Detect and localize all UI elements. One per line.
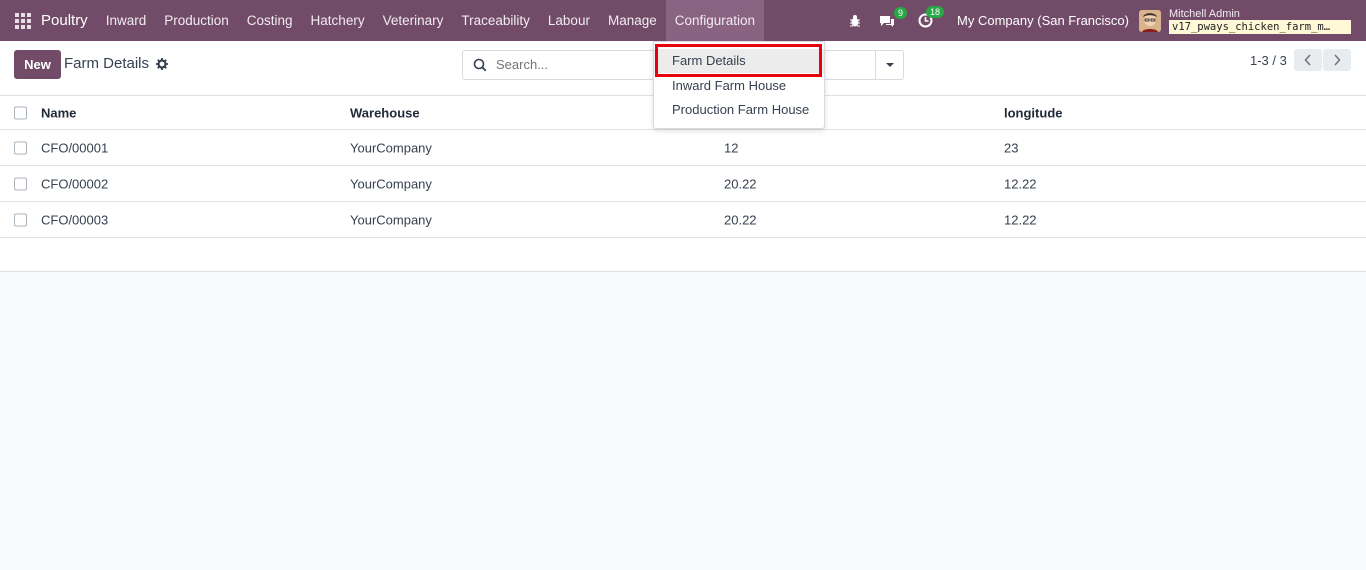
debug-bug-icon[interactable] [848,14,862,28]
cell-warehouse: YourCompany [350,176,432,191]
search-icon [473,58,487,75]
new-button[interactable]: New [14,50,61,79]
menu-veterinary[interactable]: Veterinary [374,0,453,41]
cell-longitude: 12.22 [1004,212,1037,227]
menu-configuration[interactable]: Configuration [665,0,765,41]
column-header-name[interactable]: Name [41,105,76,120]
cell-latitude: 20.22 [724,212,757,227]
user-name: Mitchell Admin [1169,7,1240,20]
pager-previous-button[interactable] [1294,49,1322,71]
row-checkbox[interactable] [14,177,27,190]
pager-next-button[interactable] [1323,49,1351,71]
table-row[interactable]: CFO/00003 YourCompany 20.22 12.22 [0,202,1366,238]
menu-manage[interactable]: Manage [599,0,666,41]
messages-icon[interactable]: 9 [878,6,908,28]
row-checkbox[interactable] [14,213,27,226]
column-header-longitude[interactable]: longitude [1004,105,1063,120]
select-all-checkbox[interactable] [14,106,27,119]
activity-badge: 18 [926,6,945,18]
menu-hatchery[interactable]: Hatchery [302,0,374,41]
highlight-annotation-box [655,44,822,77]
row-checkbox[interactable] [14,141,27,154]
menu-labour[interactable]: Labour [539,0,599,41]
menu-costing[interactable]: Costing [238,0,302,41]
dropdown-item-production-farm-house[interactable]: Production Farm House [654,98,824,122]
gear-icon[interactable] [156,58,168,73]
page-title[interactable]: Farm Details [64,55,149,72]
database-name: v17_pways_chicken_farm_m… [1169,19,1351,34]
search-options-toggle[interactable] [875,51,903,79]
cell-name: CFO/00002 [41,176,109,191]
dropdown-item-inward-farm-house[interactable]: Inward Farm House [654,74,824,98]
cell-warehouse: YourCompany [350,140,432,155]
cell-latitude: 20.22 [724,176,757,191]
cell-name: CFO/00003 [41,212,109,227]
cell-longitude: 23 [1004,140,1019,155]
user-menu[interactable]: Mitchell Admin v17_pways_chicken_farm_m… [1169,8,1351,34]
cell-name: CFO/00001 [41,140,109,155]
apps-menu-icon[interactable] [0,0,46,41]
table-row[interactable]: CFO/00002 YourCompany 20.22 12.22 [0,166,1366,202]
app-brand[interactable]: Poultry [41,12,88,29]
activity-clock-icon[interactable]: 18 [918,6,945,28]
cell-longitude: 12.22 [1004,176,1037,191]
pager-value[interactable]: 1-3 / 3 [1250,53,1287,68]
messages-badge: 9 [894,6,908,19]
cell-latitude: 12 [724,140,739,155]
menu-inward[interactable]: Inward [97,0,156,41]
user-avatar[interactable] [1139,9,1161,32]
top-navbar: Poultry Inward Production Costing Hatche… [0,0,1366,41]
cell-warehouse: YourCompany [350,212,432,227]
table-row[interactable]: CFO/00001 YourCompany 12 23 [0,130,1366,166]
menu-production[interactable]: Production [155,0,238,41]
column-header-warehouse[interactable]: Warehouse [350,105,420,120]
company-switcher[interactable]: My Company (San Francisco) [957,13,1129,28]
menu-traceability[interactable]: Traceability [452,0,539,41]
